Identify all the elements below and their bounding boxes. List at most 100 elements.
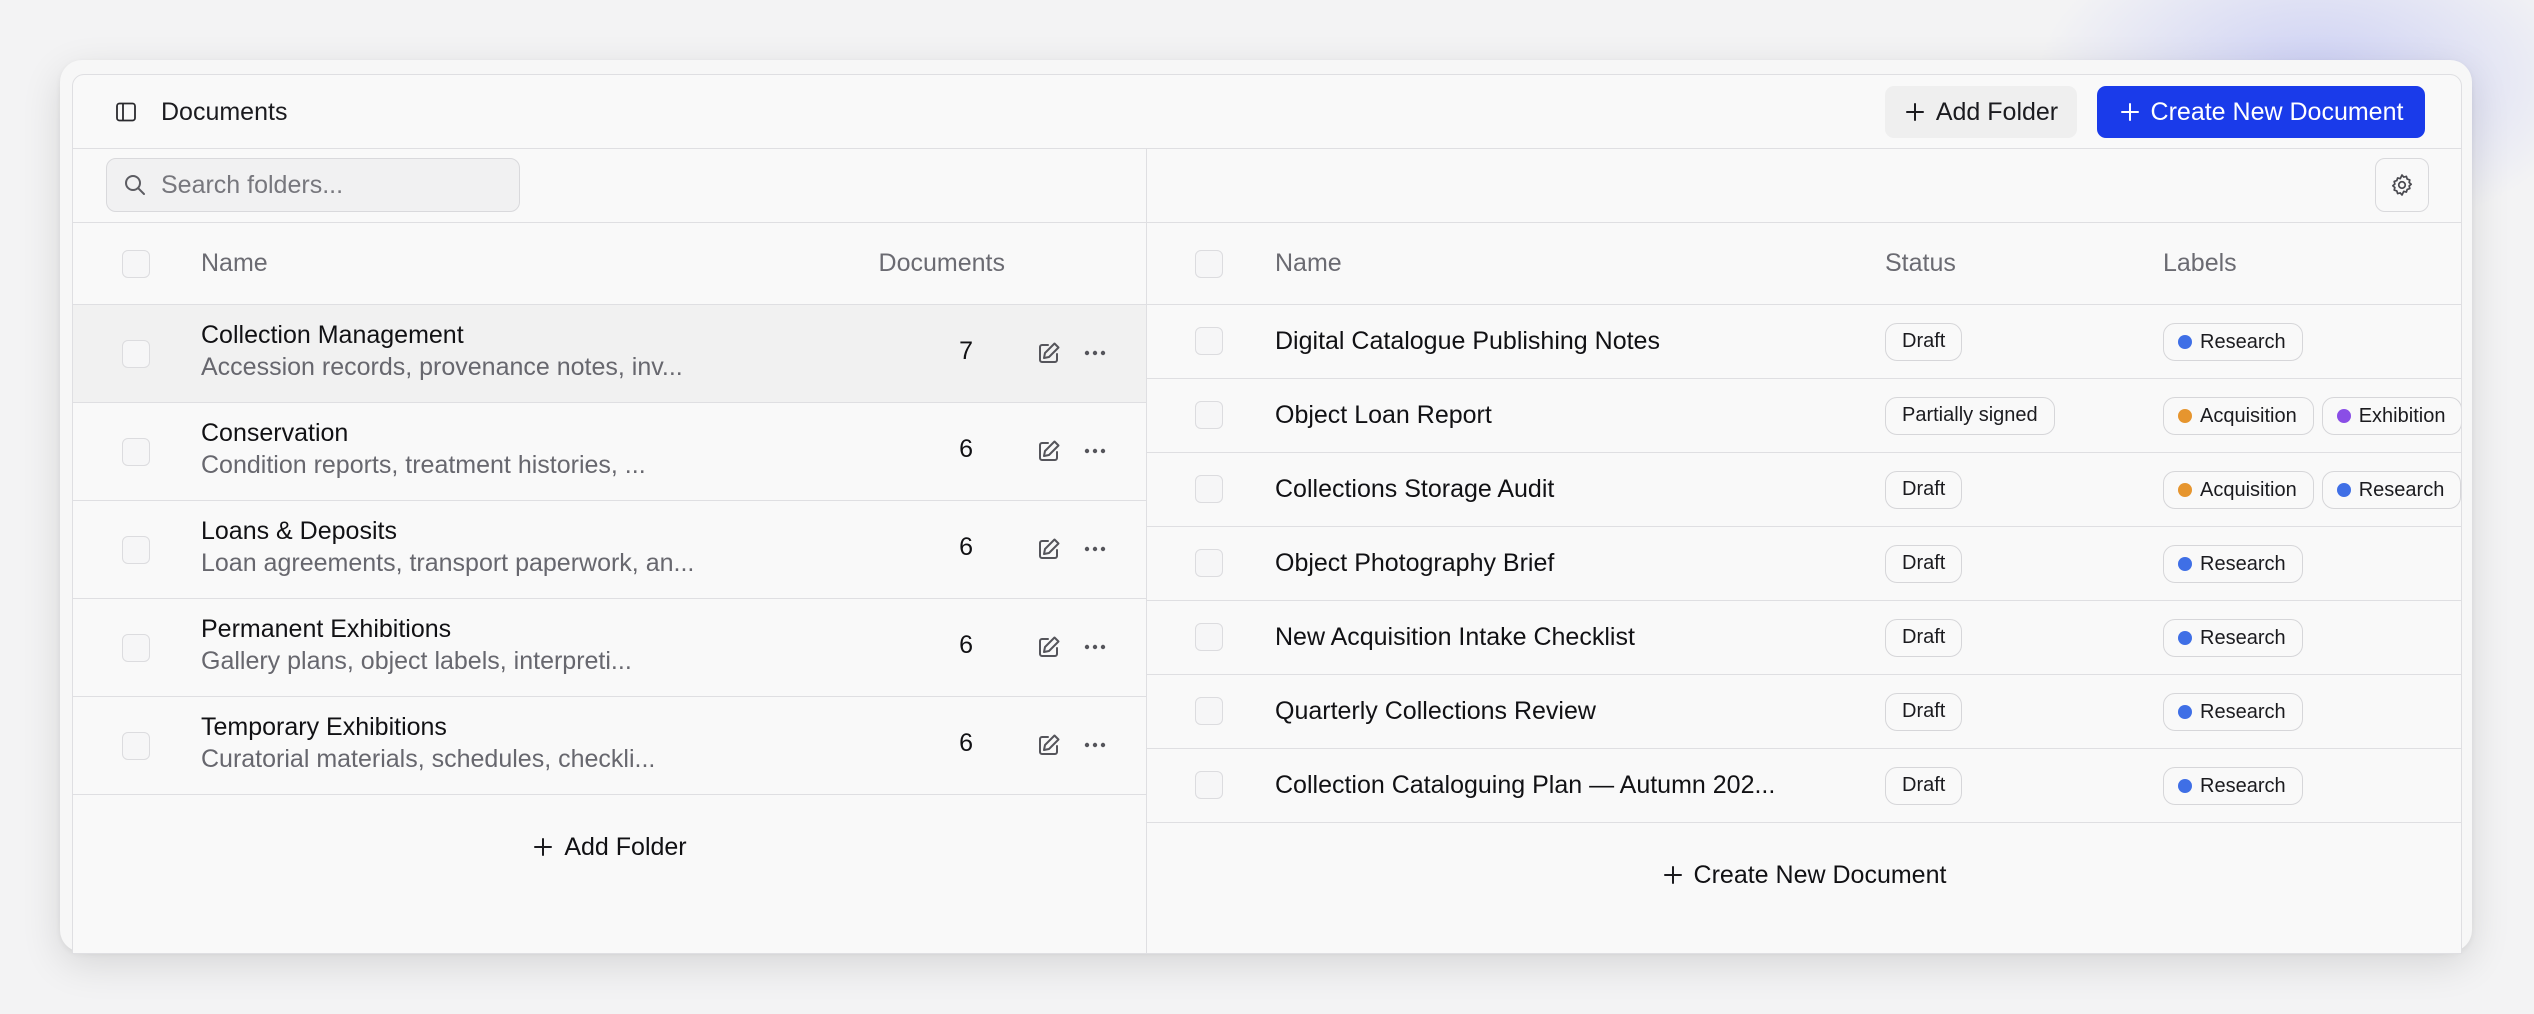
labels-cell: Research <box>2163 545 2303 583</box>
label-color-dot <box>2178 705 2192 719</box>
plus-icon <box>1663 866 1682 884</box>
labels-cell: Research <box>2163 767 2303 805</box>
more-options-icon[interactable] <box>1081 339 1109 367</box>
row-checkbox[interactable] <box>1195 697 1223 725</box>
folders-table-header: Name Documents <box>73 223 1146 305</box>
table-row[interactable]: Object Loan Report Partially signed Acquis… <box>1147 379 2461 453</box>
plus-icon <box>1905 103 1924 121</box>
label-tag: Research <box>2163 767 2303 805</box>
label-color-dot <box>2178 557 2192 571</box>
row-checkbox[interactable] <box>122 438 150 466</box>
row-checkbox[interactable] <box>122 536 150 564</box>
table-row[interactable]: Digital Catalogue Publishing Notes Draft R… <box>1147 305 2461 379</box>
table-row[interactable]: Temporary Exhibitions Curatorial materia… <box>73 697 1146 795</box>
folder-name: Collection Management <box>201 321 464 349</box>
search-icon <box>125 175 145 195</box>
more-options-icon[interactable] <box>1081 535 1109 563</box>
folder-name: Temporary Exhibitions <box>201 713 447 741</box>
label-color-dot <box>2178 335 2192 349</box>
status-badge: Draft <box>1885 471 1963 509</box>
label-tag: Acquisition <box>2163 397 2314 435</box>
label-tag: Research <box>2163 545 2303 583</box>
label-text: Research <box>2200 626 2286 649</box>
add-folder-link[interactable]: Add Folder <box>73 829 1146 865</box>
row-checkbox[interactable] <box>122 340 150 368</box>
edit-icon[interactable] <box>1035 535 1063 563</box>
create-document-link-label: Create New Document <box>1693 860 1947 889</box>
folders-pane: Name Documents Collection Management Acc… <box>73 149 1146 953</box>
document-name: Digital Catalogue Publishing Notes <box>1275 327 1660 355</box>
label-color-dot <box>2178 631 2192 645</box>
create-new-document-link[interactable]: Create New Document <box>1147 857 2461 893</box>
row-checkbox[interactable] <box>1195 771 1223 799</box>
status-badge: Partially signed <box>1885 397 2055 435</box>
search-input[interactable] <box>159 169 503 201</box>
add-folder-button[interactable]: Add Folder <box>1885 86 2077 138</box>
row-checkbox[interactable] <box>122 634 150 662</box>
table-row[interactable]: Loans & Deposits Loan agreements, transp… <box>73 501 1146 599</box>
row-checkbox[interactable] <box>1195 401 1223 429</box>
folder-description: Loan agreements, transport paperwork, an… <box>201 549 695 577</box>
row-checkbox[interactable] <box>1195 549 1223 577</box>
table-row[interactable]: Object Photography Brief Draft Research <box>1147 527 2461 601</box>
table-row[interactable]: Collection Management Accession records,… <box>73 305 1146 403</box>
folders-toolbar <box>73 149 1146 223</box>
labels-cell: Acquisition Exhibition <box>2163 397 2461 435</box>
label-color-dot <box>2336 409 2351 423</box>
more-options-icon[interactable] <box>1081 633 1109 661</box>
row-checkbox[interactable] <box>1195 623 1223 651</box>
add-folder-link-label: Add Folder <box>564 832 687 861</box>
folder-document-count: 6 <box>959 435 973 463</box>
more-options-icon[interactable] <box>1081 731 1109 759</box>
documents-table-header: Name Status Labels <box>1147 223 2461 305</box>
column-header-labels: Labels <box>2163 249 2237 277</box>
table-row[interactable]: Collection Cataloguing Plan — Autumn 202… <box>1147 749 2461 823</box>
table-settings-button[interactable] <box>2375 158 2429 212</box>
sidebar-toggle-icon <box>116 102 136 122</box>
table-row[interactable]: Quarterly Collections Review Draft Researc… <box>1147 675 2461 749</box>
label-tag: Exhibition <box>2321 397 2461 435</box>
folder-document-count: 6 <box>959 729 973 757</box>
row-checkbox[interactable] <box>1195 327 1223 355</box>
label-tag: Research <box>2163 693 2303 731</box>
column-header-documents: Documents <box>878 249 1005 277</box>
top-bar: Documents Add Folder Create New Document <box>73 75 2461 149</box>
label-tag: Research <box>2321 471 2461 509</box>
edit-icon[interactable] <box>1035 339 1063 367</box>
sidebar-toggle-button[interactable] <box>113 99 139 125</box>
folder-document-count: 6 <box>959 631 973 659</box>
folder-description: Condition reports, treatment histories, … <box>201 451 646 479</box>
document-name: Object Loan Report <box>1275 401 1492 429</box>
document-name: New Acquisition Intake Checklist <box>1275 623 1635 651</box>
table-row[interactable]: Permanent Exhibitions Gallery plans, obj… <box>73 599 1146 697</box>
label-text: Research <box>2358 478 2445 501</box>
table-row[interactable]: New Acquisition Intake Checklist Draft Res… <box>1147 601 2461 675</box>
create-document-label: Create New Document <box>2150 97 2404 126</box>
select-all-documents-checkbox[interactable] <box>1195 250 1223 278</box>
row-checkbox[interactable] <box>122 732 150 760</box>
label-text: Research <box>2200 330 2286 353</box>
labels-cell: Research <box>2163 693 2303 731</box>
column-header-name: Name <box>1275 249 1342 277</box>
label-text: Research <box>2200 700 2286 723</box>
label-text: Exhibition <box>2358 404 2446 427</box>
table-row[interactable]: Conservation Condition reports, treatmen… <box>73 403 1146 501</box>
label-text: Acquisition <box>2200 478 2297 501</box>
edit-icon[interactable] <box>1035 437 1063 465</box>
edit-icon[interactable] <box>1035 633 1063 661</box>
label-color-dot <box>2336 483 2351 497</box>
select-all-folders-checkbox[interactable] <box>122 250 150 278</box>
status-badge: Draft <box>1885 693 1963 731</box>
status-badge: Draft <box>1885 545 1963 583</box>
table-row[interactable]: Collections Storage Audit Draft Acquisitio… <box>1147 453 2461 527</box>
edit-icon[interactable] <box>1035 731 1063 759</box>
document-name: Collections Storage Audit <box>1275 475 1555 503</box>
labels-cell: Acquisition Research <box>2163 471 2461 509</box>
documents-pane: Name Status Labels Digital Catalogue Pub… <box>1146 149 2461 953</box>
folder-name: Permanent Exhibitions <box>201 615 452 643</box>
more-options-icon[interactable] <box>1081 437 1109 465</box>
row-checkbox[interactable] <box>1195 475 1223 503</box>
label-tag: Acquisition <box>2163 471 2314 509</box>
create-new-document-button[interactable]: Create New Document <box>2097 86 2425 138</box>
app-window: Documents Add Folder Create New Document <box>60 60 2472 954</box>
